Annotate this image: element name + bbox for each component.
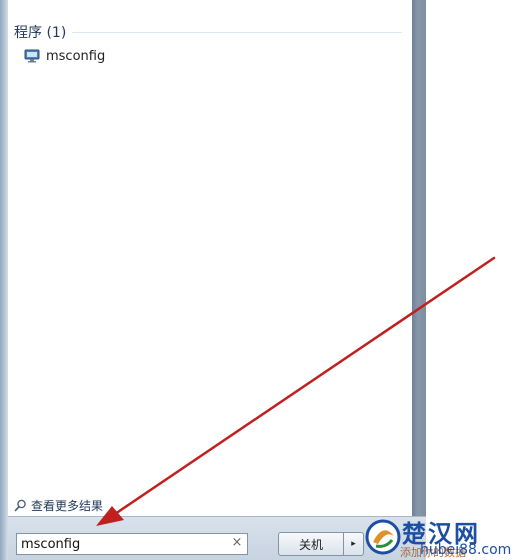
- shutdown-button[interactable]: 关机: [278, 532, 344, 556]
- start-menu-results-panel: [8, 0, 412, 516]
- see-more-results-label: 查看更多结果: [31, 499, 104, 513]
- desktop-background: [426, 0, 527, 560]
- see-more-results-link[interactable]: 查看更多结果: [14, 497, 103, 514]
- window-frame-right: [412, 0, 426, 516]
- screenshot-root: 程序 (1) msconfig 查看更多结果 × 关机 ▸ 楚汉网: [0, 0, 527, 560]
- clear-search-icon[interactable]: ×: [229, 535, 245, 550]
- window-frame-left: [0, 0, 8, 560]
- watermark-logo: 楚汉网 添加你的数据 hubei88.com: [364, 514, 524, 559]
- result-item-msconfig[interactable]: msconfig: [24, 46, 105, 66]
- shutdown-options-arrow-icon[interactable]: ▸: [344, 532, 364, 556]
- result-item-label: msconfig: [46, 48, 106, 64]
- search-icon: [14, 499, 26, 512]
- section-header-programs: 程序 (1): [14, 25, 67, 41]
- watermark-url: hubei88.com: [420, 542, 512, 558]
- search-input[interactable]: [16, 533, 248, 555]
- watermark-emblem-icon: [365, 519, 401, 555]
- monitor-icon: [24, 49, 40, 63]
- section-divider: [72, 32, 402, 33]
